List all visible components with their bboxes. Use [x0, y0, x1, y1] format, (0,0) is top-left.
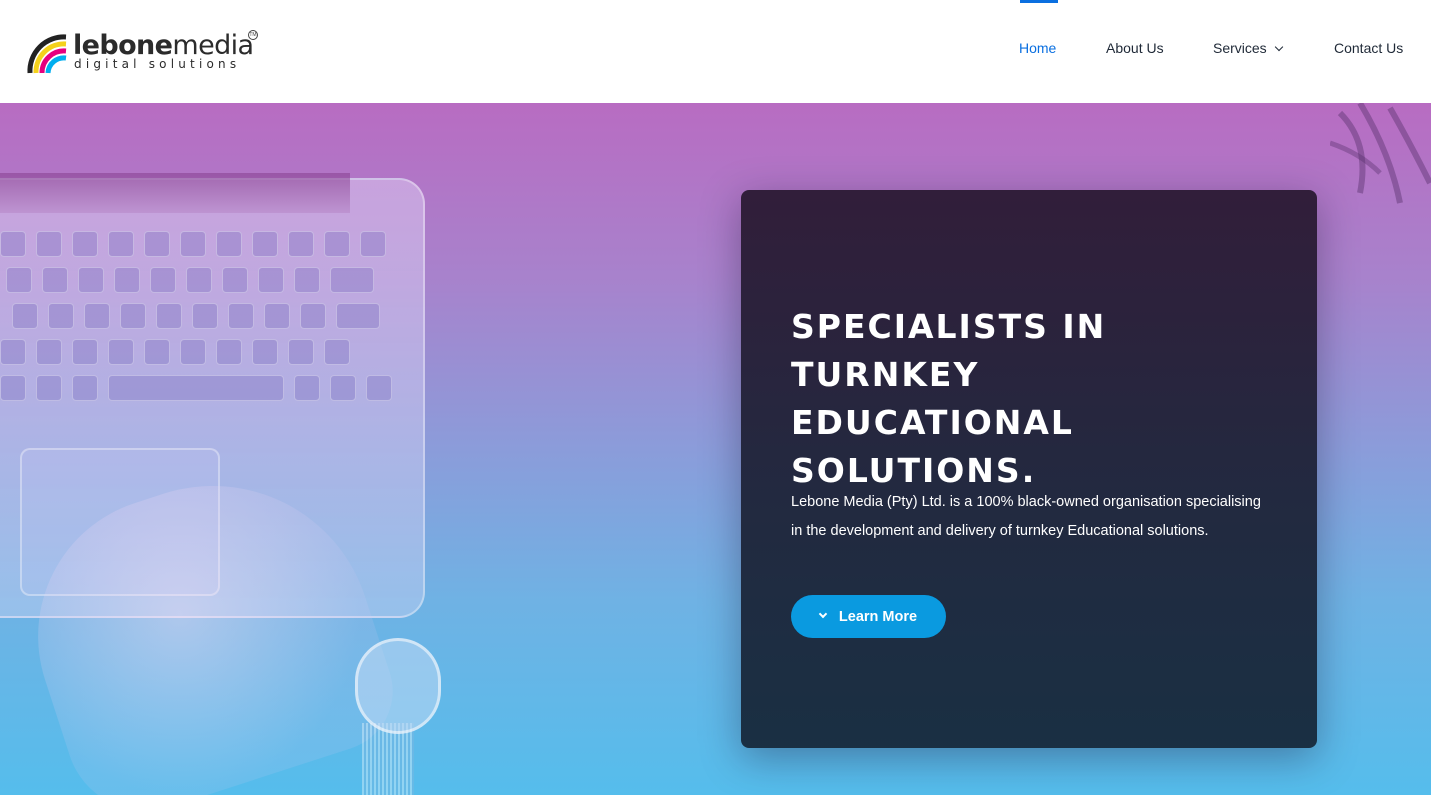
nav-item-about-us[interactable]: About Us [1106, 40, 1164, 57]
main-navigation: Home About Us Services Contact Us [0, 0, 1431, 103]
laptop-hinge [0, 173, 350, 213]
watch-band [362, 723, 414, 795]
active-nav-indicator [1020, 0, 1058, 3]
chevron-down-icon [818, 609, 828, 618]
site-header: lebonemedia digital solutions TM Home Ab… [0, 0, 1431, 103]
watch-icon [355, 638, 441, 734]
plant-icon [1330, 103, 1431, 204]
nav-item-services[interactable]: Services [1213, 40, 1283, 57]
nav-item-contact-us[interactable]: Contact Us [1334, 40, 1403, 57]
nav-item-home[interactable]: Home [1019, 40, 1056, 57]
learn-more-label: Learn More [838, 608, 918, 625]
hero-card: SPECIALISTS IN TURNKEY EDUCATIONAL SOLUT… [741, 190, 1317, 748]
laptop-keyboard-illustration [0, 231, 392, 441]
nav-item-services-label: Services [1213, 40, 1267, 56]
hero-title: SPECIALISTS IN TURNKEY EDUCATIONAL SOLUT… [791, 307, 1107, 490]
learn-more-button[interactable]: Learn More [791, 595, 946, 638]
chevron-down-icon [1274, 42, 1283, 52]
hero-description: Lebone Media (Pty) Ltd. is a 100% black-… [791, 494, 1261, 539]
hero-section: SPECIALISTS IN TURNKEY EDUCATIONAL SOLUT… [0, 103, 1431, 795]
